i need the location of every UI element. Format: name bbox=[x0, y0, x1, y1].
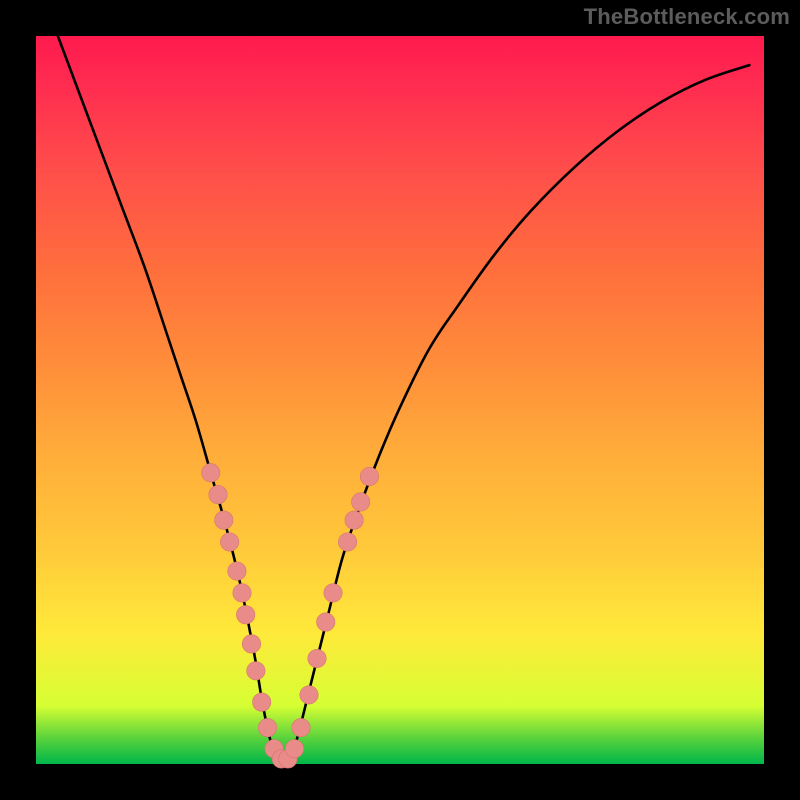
highlight-dot bbox=[338, 533, 356, 551]
plot-area bbox=[36, 36, 764, 764]
highlight-dot bbox=[292, 718, 310, 736]
highlight-dot bbox=[308, 649, 326, 667]
highlight-dot bbox=[242, 635, 260, 653]
highlight-dot bbox=[300, 686, 318, 704]
highlight-dot bbox=[285, 740, 303, 758]
highlight-dot bbox=[258, 718, 276, 736]
highlight-dot bbox=[220, 533, 238, 551]
highlight-dot bbox=[209, 485, 227, 503]
highlight-dot bbox=[351, 493, 369, 511]
highlight-dots bbox=[202, 464, 379, 769]
highlight-dot bbox=[360, 467, 378, 485]
highlight-dot bbox=[236, 606, 254, 624]
bottleneck-curve bbox=[58, 36, 750, 764]
highlight-dot bbox=[317, 613, 335, 631]
watermark-label: TheBottleneck.com bbox=[584, 4, 790, 30]
highlight-dot bbox=[215, 511, 233, 529]
highlight-dot bbox=[228, 562, 246, 580]
highlight-dot bbox=[202, 464, 220, 482]
highlight-dot bbox=[252, 693, 270, 711]
highlight-dot bbox=[324, 584, 342, 602]
curve-layer bbox=[36, 36, 764, 764]
figure-root: TheBottleneck.com bbox=[0, 0, 800, 800]
highlight-dot bbox=[345, 511, 363, 529]
highlight-dot bbox=[247, 662, 265, 680]
highlight-dot bbox=[233, 584, 251, 602]
